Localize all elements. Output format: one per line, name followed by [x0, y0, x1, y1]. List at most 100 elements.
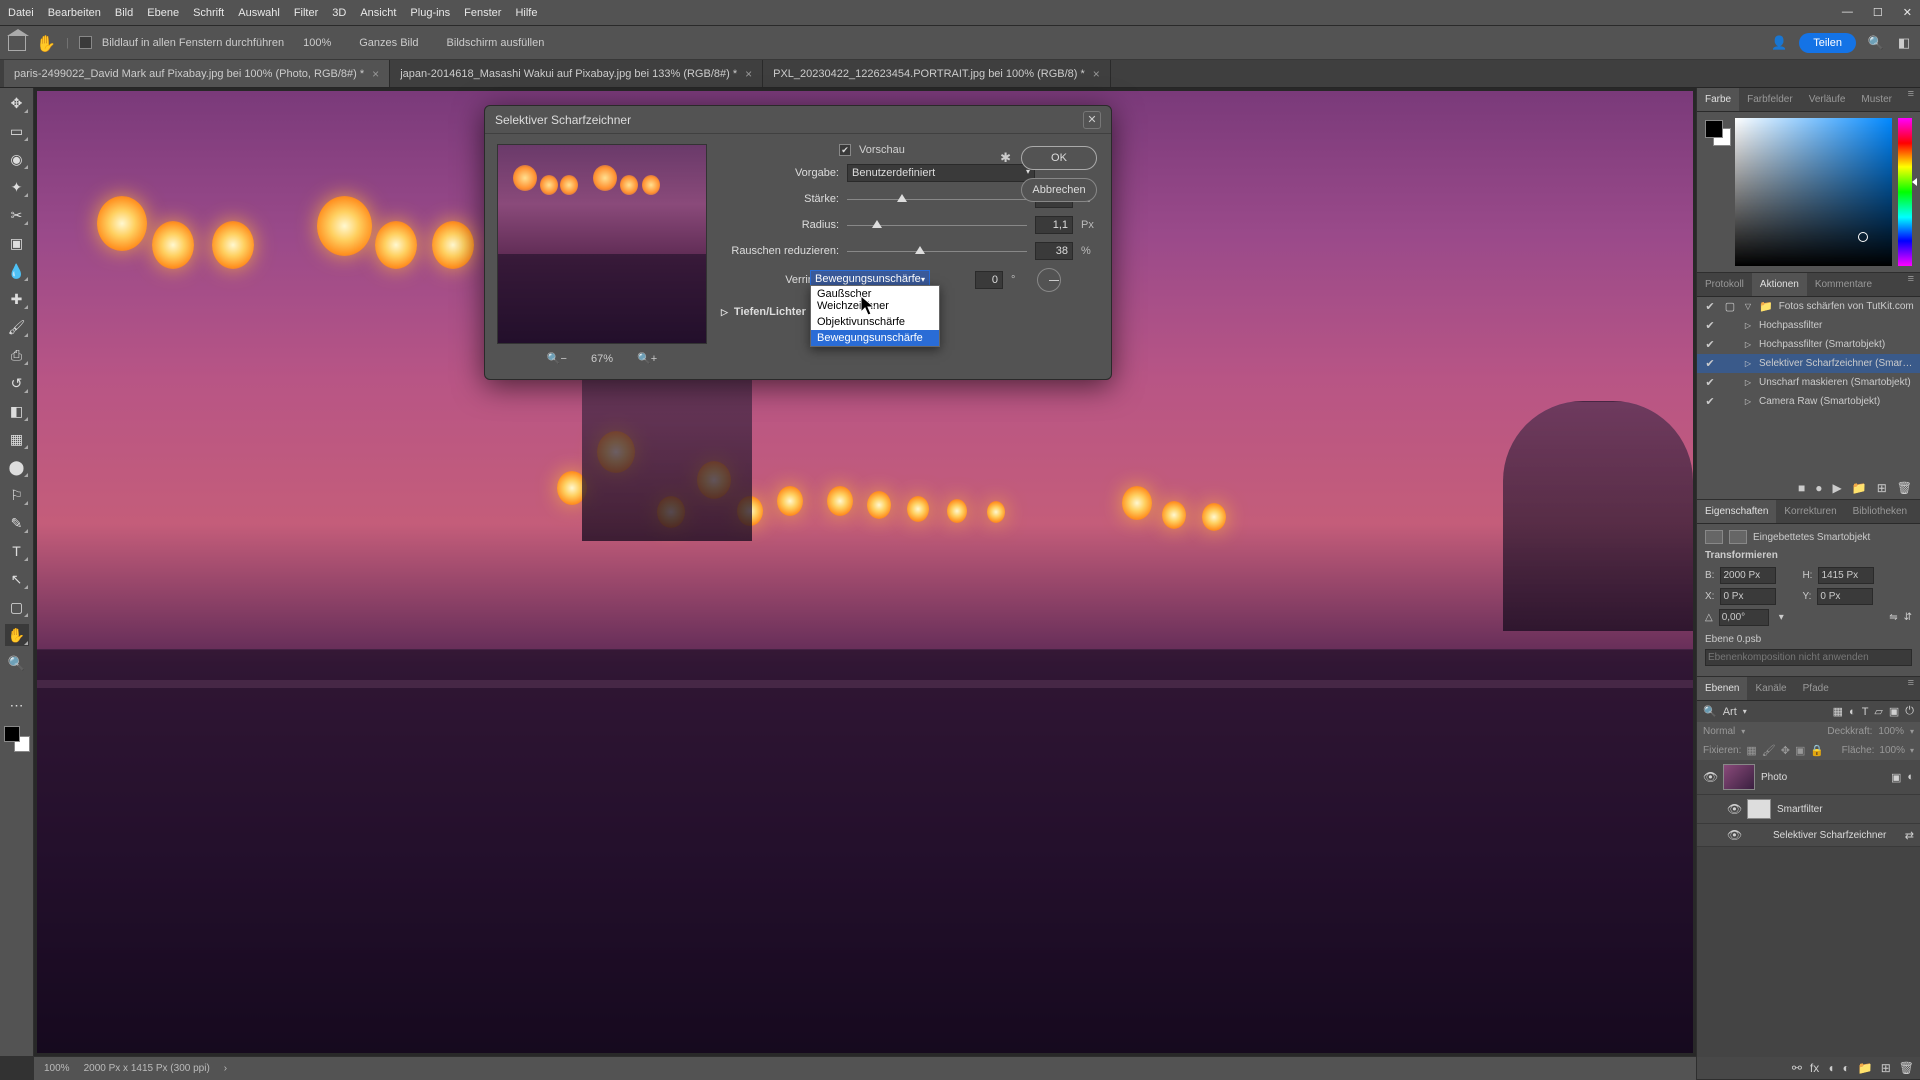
- menu-bild[interactable]: Bild: [115, 7, 133, 19]
- gear-icon[interactable]: ✱: [1000, 150, 1011, 166]
- tab-farbe[interactable]: Farbe: [1697, 88, 1739, 111]
- new-action-icon[interactable]: ⊞: [1877, 481, 1887, 495]
- tab-eigenschaften[interactable]: Eigenschaften: [1697, 500, 1776, 523]
- play-icon[interactable]: ▶: [1833, 481, 1842, 495]
- filter-icon[interactable]: 🔍: [1703, 705, 1717, 718]
- menu-ebene[interactable]: Ebene: [147, 7, 179, 19]
- action-row[interactable]: ✔▷Hochpassfilter: [1697, 316, 1920, 335]
- menu-3d[interactable]: 3D: [332, 7, 346, 19]
- noise-input[interactable]: [1035, 242, 1073, 260]
- layer-comp-select[interactable]: [1705, 649, 1912, 666]
- action-row[interactable]: ✔▷Hochpassfilter (Smartobjekt): [1697, 335, 1920, 354]
- menu-filter[interactable]: Filter: [294, 7, 318, 19]
- layer-thumbnail[interactable]: [1723, 764, 1755, 790]
- visibility-toggle-icon[interactable]: ✔: [1703, 300, 1717, 313]
- document-tab[interactable]: PXL_20230422_122623454.PORTRAIT.jpg bei …: [763, 60, 1111, 87]
- zoom-out-icon[interactable]: 🔍−: [547, 352, 567, 365]
- eraser-tool-icon[interactable]: ◧: [5, 400, 29, 422]
- lock-transparency-icon[interactable]: ▦: [1746, 744, 1756, 757]
- zoom-100-button[interactable]: 100%: [294, 33, 340, 53]
- filter-adjust-icon[interactable]: ◐: [1849, 706, 1856, 718]
- menu-datei[interactable]: Datei: [8, 7, 34, 19]
- color-swatches[interactable]: [1705, 120, 1723, 138]
- action-row[interactable]: ✔▷Camera Raw (Smartobjekt): [1697, 392, 1920, 411]
- eyedropper-tool-icon[interactable]: 💧: [5, 260, 29, 282]
- layer-row[interactable]: 👁 Photo ▣ ◐: [1697, 760, 1920, 795]
- share-button[interactable]: Teilen: [1799, 33, 1856, 53]
- noise-slider[interactable]: [847, 244, 1027, 258]
- tab-aktionen[interactable]: Aktionen: [1752, 273, 1807, 296]
- angle-input[interactable]: [1719, 609, 1769, 626]
- marquee-tool-icon[interactable]: ▭: [5, 120, 29, 142]
- flip-v-icon[interactable]: ⇵: [1904, 612, 1912, 623]
- history-brush-icon[interactable]: ↺: [5, 372, 29, 394]
- heal-tool-icon[interactable]: ✚: [5, 288, 29, 310]
- document-tab[interactable]: japan-2014618_Masashi Wakui auf Pixabay.…: [390, 60, 763, 87]
- tab-kommentare[interactable]: Kommentare: [1807, 273, 1880, 296]
- dropdown-option[interactable]: Bewegungsunschärfe: [811, 330, 939, 346]
- shape-tool-icon[interactable]: ▢: [5, 596, 29, 618]
- workspace-icon[interactable]: ◧: [1896, 35, 1912, 51]
- flip-h-icon[interactable]: ⇋: [1889, 612, 1897, 623]
- new-set-icon[interactable]: 📁: [1852, 481, 1867, 495]
- fill-value[interactable]: 100%: [1879, 745, 1905, 756]
- panel-menu-icon[interactable]: ≡: [1915, 500, 1920, 523]
- lock-artboard-icon[interactable]: ▣: [1795, 744, 1805, 757]
- visibility-icon[interactable]: 👁: [1727, 802, 1741, 816]
- tab-bibliotheken[interactable]: Bibliotheken: [1845, 500, 1915, 523]
- blend-options-icon[interactable]: ⇄: [1905, 829, 1914, 842]
- lasso-tool-icon[interactable]: ◉: [5, 148, 29, 170]
- trash-icon[interactable]: 🗑: [1899, 1061, 1914, 1075]
- lock-position-icon[interactable]: ✥: [1781, 744, 1790, 757]
- filter-pixel-icon[interactable]: ▦: [1833, 705, 1843, 718]
- menu-hilfe[interactable]: Hilfe: [515, 7, 537, 19]
- preview-checkbox[interactable]: ✔: [839, 144, 851, 156]
- hand-tool-icon[interactable]: ✋: [5, 624, 29, 646]
- radius-slider[interactable]: [847, 218, 1027, 232]
- edit-toolbar-icon[interactable]: ⋯: [5, 694, 29, 716]
- minimize-icon[interactable]: —: [1842, 6, 1853, 19]
- filter-entry-row[interactable]: 👁 Selektiver Scharfzeichner ⇄: [1697, 824, 1920, 847]
- scroll-all-checkbox[interactable]: [79, 36, 92, 49]
- menu-auswahl[interactable]: Auswahl: [238, 7, 280, 19]
- angle-input[interactable]: [975, 271, 1003, 289]
- visibility-icon[interactable]: 👁: [1703, 770, 1717, 784]
- tab-protokoll[interactable]: Protokoll: [1697, 273, 1752, 296]
- dropdown-option[interactable]: Gaußscher Weichzeichner: [811, 286, 939, 314]
- menu-ansicht[interactable]: Ansicht: [360, 7, 396, 19]
- panel-menu-icon[interactable]: ≡: [1902, 677, 1920, 700]
- fit-screen-button[interactable]: Ganzes Bild: [350, 33, 427, 53]
- panel-menu-icon[interactable]: ≡: [1902, 88, 1920, 111]
- link-icon[interactable]: ⚯: [1792, 1061, 1802, 1075]
- action-set-row[interactable]: ✔ ▢ ▽ 📁 Fotos schärfen von TutKit.com: [1697, 297, 1920, 316]
- height-input[interactable]: [1818, 567, 1874, 584]
- tab-muster[interactable]: Muster: [1853, 88, 1900, 111]
- group-icon[interactable]: 📁: [1858, 1061, 1873, 1075]
- tab-verlaeufe[interactable]: Verläufe: [1801, 88, 1854, 111]
- filter-type-icon[interactable]: T: [1862, 706, 1869, 718]
- smartfilter-row[interactable]: 👁 Smartfilter: [1697, 795, 1920, 824]
- color-spectrum[interactable]: [1735, 118, 1892, 266]
- tab-pfade[interactable]: Pfade: [1795, 677, 1837, 700]
- crop-tool-icon[interactable]: ✂: [5, 204, 29, 226]
- dialog-close-button[interactable]: ✕: [1083, 111, 1101, 129]
- x-input[interactable]: [1720, 588, 1776, 605]
- tab-kanaele[interactable]: Kanäle: [1747, 677, 1794, 700]
- preset-select[interactable]: Benutzerdefiniert ▾: [847, 164, 1035, 182]
- tab-korrekturen[interactable]: Korrekturen: [1776, 500, 1844, 523]
- trash-icon[interactable]: 🗑: [1897, 481, 1912, 495]
- stamp-tool-icon[interactable]: ⎙: [5, 344, 29, 366]
- filter-name[interactable]: Selektiver Scharfzeichner: [1747, 830, 1899, 841]
- action-row[interactable]: ✔▷Selektiver Scharfzeichner (Smarto…: [1697, 354, 1920, 373]
- hand-tool-icon[interactable]: ✋: [36, 34, 56, 52]
- mask-icon[interactable]: ◖: [1827, 1061, 1834, 1075]
- status-chevron-icon[interactable]: ›: [224, 1063, 227, 1074]
- blur-tool-icon[interactable]: ⬤: [5, 456, 29, 478]
- wand-tool-icon[interactable]: ✦: [5, 176, 29, 198]
- filter-kind-select[interactable]: Art: [1723, 706, 1737, 718]
- adjustment-icon[interactable]: ◐: [1843, 1061, 1850, 1075]
- zoom-tool-icon[interactable]: 🔍: [5, 652, 29, 674]
- filter-shape-icon[interactable]: ▱: [1874, 705, 1882, 718]
- ok-button[interactable]: OK: [1021, 146, 1097, 170]
- foreground-color-swatch[interactable]: [4, 726, 20, 742]
